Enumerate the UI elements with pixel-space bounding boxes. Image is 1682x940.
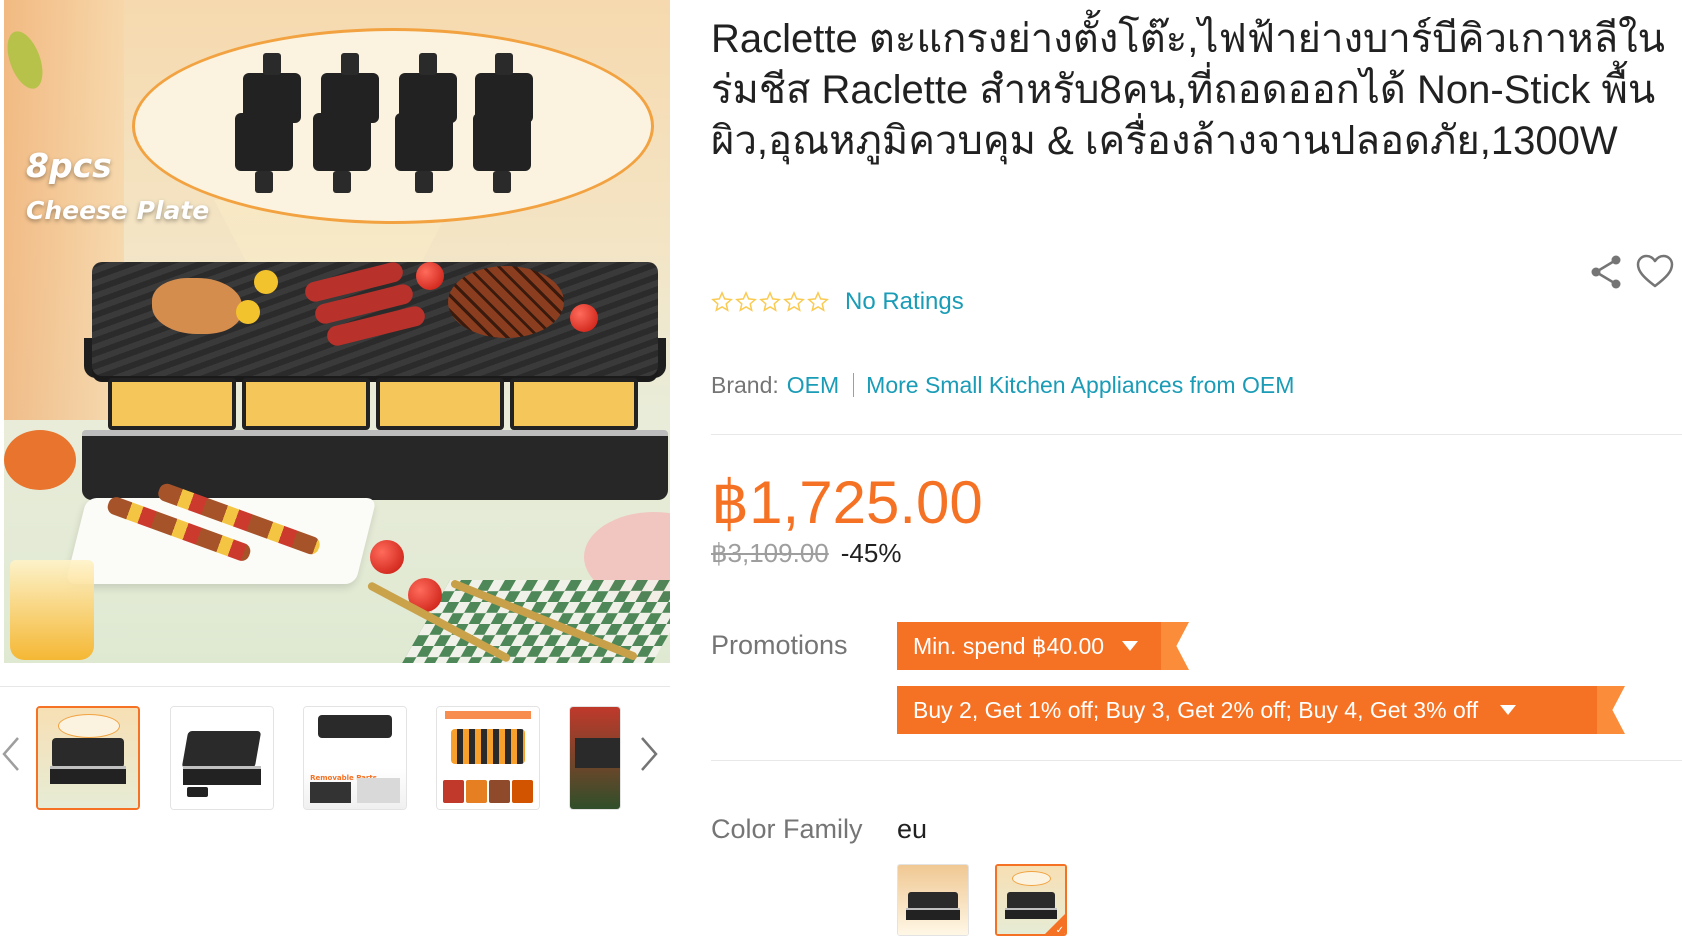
food-fish <box>152 278 242 334</box>
more-from-brand-link[interactable]: More Small Kitchen Appliances from OEM <box>866 372 1294 399</box>
raclette-pan <box>376 378 504 430</box>
brand-separator <box>853 373 855 397</box>
chevron-right-icon <box>641 737 658 771</box>
star-outline-icon <box>783 291 805 312</box>
brand-label: Brand: <box>711 371 779 398</box>
food-shrimp <box>4 430 76 490</box>
main-product-image[interactable]: 8pcs Cheese Plate <box>4 0 670 663</box>
food-steak <box>448 266 564 338</box>
color-family-label: Color Family <box>711 814 863 844</box>
thumbnail-5[interactable] <box>569 706 621 810</box>
thumbnail-4[interactable] <box>436 706 540 810</box>
cheese-plate <box>313 113 371 193</box>
food-tomato <box>416 262 444 290</box>
raclette-pan <box>510 378 638 430</box>
cheese-plate <box>235 113 293 193</box>
food-tomato <box>370 540 404 574</box>
section-divider <box>711 434 1682 435</box>
cheese-plate <box>395 113 453 193</box>
image-overlay-count: 8pcs <box>26 146 112 185</box>
promotion-tag-text: Buy 2, Get 1% off; Buy 3, Get 2% off; Bu… <box>913 696 1479 723</box>
star-outline-icon <box>711 291 733 312</box>
rating-stars <box>711 291 829 313</box>
cheese-plates-zoom <box>132 28 654 224</box>
thumbnail-next-button[interactable] <box>636 734 660 774</box>
promotion-tag-min-spend[interactable]: Min. spend ฿40.00 <box>897 622 1161 670</box>
star-outline-icon <box>759 291 781 312</box>
thumbnail-strip: Removable Parts <box>0 700 670 816</box>
juice-glass <box>10 560 94 660</box>
color-family-value: eu <box>897 814 928 844</box>
gallery-divider <box>0 686 670 687</box>
raclette-pans <box>108 378 638 430</box>
current-price: ฿1,725.00 <box>711 469 983 536</box>
food-corn <box>236 300 260 324</box>
star-outline-icon <box>807 291 829 312</box>
promotions-label: Promotions <box>711 630 848 660</box>
food-corn <box>254 270 278 294</box>
original-price: ฿3,109.00 <box>711 538 829 568</box>
cheese-plate <box>473 113 531 193</box>
price-comparison: ฿3,109.00 -45% <box>711 538 901 569</box>
rating-row: No Ratings <box>711 288 964 316</box>
caret-down-icon <box>1122 641 1139 651</box>
raclette-pan <box>108 378 236 430</box>
food-tomato <box>570 304 598 332</box>
section-divider <box>711 760 1682 761</box>
star-outline-icon <box>735 291 757 312</box>
discount-percent: -45% <box>840 538 902 568</box>
brand-row: Brand: OEM More Small Kitchen Appliances… <box>711 370 1294 400</box>
color-swatch-1[interactable] <box>897 864 969 936</box>
wishlist-button[interactable] <box>1635 252 1675 292</box>
ratings-link[interactable]: No Ratings <box>845 288 964 316</box>
brand-link[interactable]: OEM <box>787 372 839 399</box>
share-icon <box>1591 255 1621 289</box>
thumbnail-prev-button[interactable] <box>0 734 24 774</box>
product-info-panel: Raclette ตะแกรงย่างตั้งโต๊ะ,ไฟฟ้าย่างบาร… <box>711 0 1682 940</box>
caret-down-icon <box>1500 705 1517 715</box>
promotion-tag-bundle[interactable]: Buy 2, Get 1% off; Buy 3, Get 2% off; Bu… <box>897 686 1597 734</box>
thumbnail-3[interactable]: Removable Parts <box>303 706 407 810</box>
thumbnail-1[interactable] <box>36 706 140 810</box>
product-gallery: 8pcs Cheese Plate Removable Parts <box>0 0 670 940</box>
chevron-left-icon <box>2 737 19 771</box>
thumbnail-2[interactable] <box>170 706 274 810</box>
image-overlay-caption: Cheese Plate <box>26 196 210 225</box>
product-title: Raclette ตะแกรงย่างตั้งโต๊ะ,ไฟฟ้าย่างบาร… <box>711 17 1666 163</box>
promotion-tag-text: Min. spend ฿40.00 <box>913 632 1105 659</box>
heart-icon <box>1636 254 1674 288</box>
color-swatch-2[interactable] <box>995 864 1067 936</box>
raclette-pan <box>242 378 370 430</box>
share-button[interactable] <box>1587 252 1627 292</box>
